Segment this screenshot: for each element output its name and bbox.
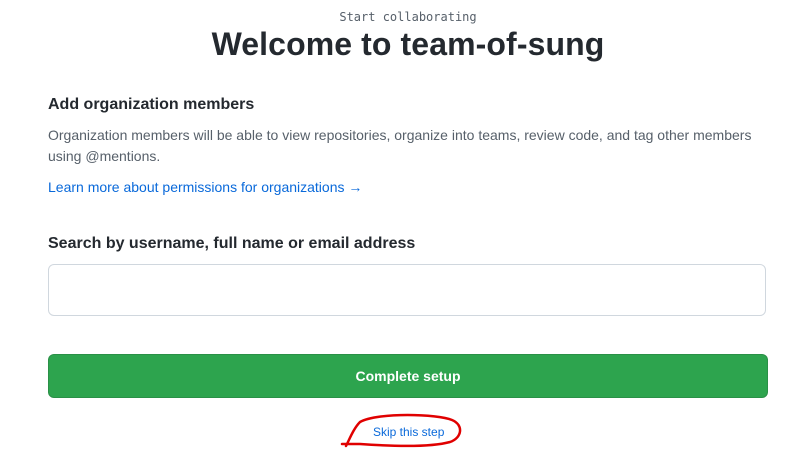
learn-more-link[interactable]: Learn more about permissions for organiz… [48, 179, 362, 195]
section-heading: Add organization members [48, 96, 255, 113]
complete-setup-button[interactable]: Complete setup [48, 354, 768, 398]
section-description: Organization members will be able to vie… [48, 127, 752, 164]
page-title: Welcome to team-of-sung [211, 26, 605, 62]
search-label: Search by username, full name or email a… [48, 235, 416, 252]
skip-step-link[interactable]: Skip this step [373, 425, 444, 439]
member-search-input[interactable] [48, 264, 766, 316]
org-setup-page: Start collaborating Welcome to team-of-s… [0, 0, 810, 452]
eyebrow-text: Start collaborating [339, 10, 477, 24]
